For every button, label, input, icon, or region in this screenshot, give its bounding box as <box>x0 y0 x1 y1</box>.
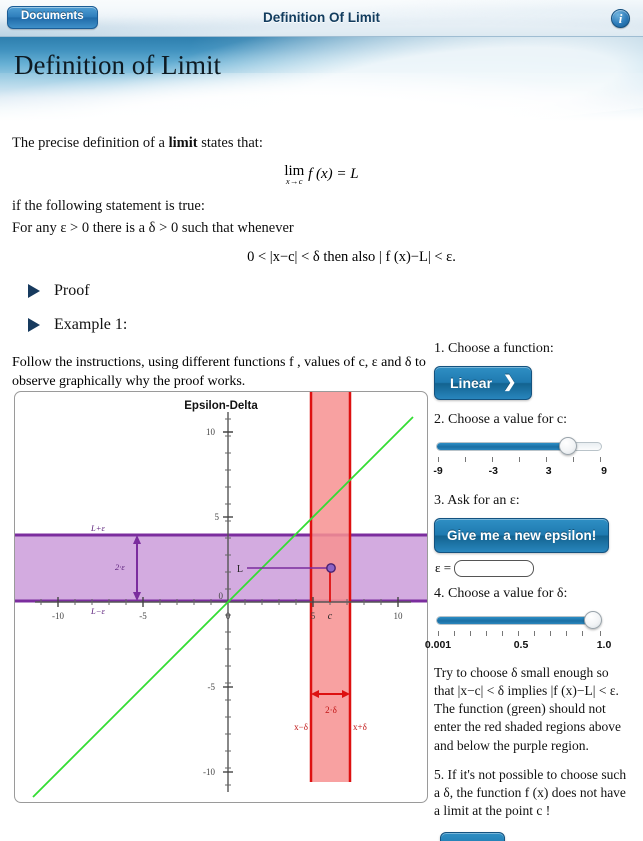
step4-label: 4. Choose a value for δ: <box>434 585 568 601</box>
y-tick-label: 10 <box>206 427 216 437</box>
epsilon-delta-plot[interactable]: Epsilon-Delta -10 -5 0 5 10 10 5 0 -5 -1… <box>14 391 428 804</box>
top-navigation-bar: Documents Definition Of Limit i <box>0 0 643 37</box>
step2-label: 2. Choose a value for c: <box>434 411 567 427</box>
slider-tick-label: -3 <box>488 464 498 477</box>
inequality-equation: 0 < |x−c| < δ then also | f (x)−L| < ε. <box>247 248 456 265</box>
two-epsilon-label: 2·ε <box>115 562 125 572</box>
intro-suffix: states that: <box>197 135 263 151</box>
slider-tick-label: -9 <box>433 464 443 477</box>
x-tick-label: -10 <box>52 611 64 621</box>
c-axis-label: c <box>328 611 333 622</box>
lower-band-label: L−ε <box>90 606 105 616</box>
epsilon-field-row: ε = <box>435 559 631 577</box>
new-epsilon-button[interactable]: Give me a new epsilon! <box>434 517 610 553</box>
two-delta-label: 2·δ <box>325 705 337 715</box>
delta-slider-tick-labels: 0.001 0.5 1.0 <box>425 638 611 653</box>
intersection-point <box>326 563 336 574</box>
y-tick-label: -5 <box>208 682 216 692</box>
limit-subscript: x→c <box>285 175 303 186</box>
function-select-button[interactable]: Linear ❯ <box>434 365 533 400</box>
disclosure-example[interactable]: Example 1: <box>12 316 631 334</box>
limit-equation: lim x→c f (x) = L <box>12 163 631 186</box>
y-tick-label: -10 <box>203 767 215 777</box>
disclosure-proof-label: Proof <box>54 281 90 299</box>
delta-slider-knob[interactable] <box>584 610 602 629</box>
app-title: Definition Of Limit <box>263 10 380 25</box>
intro-bold-limit: limit <box>168 135 198 151</box>
controls-column: 1. Choose a function: Linear ❯ 2. Choose… <box>425 340 631 841</box>
triangle-right-icon[interactable] <box>28 317 40 332</box>
step3-label: 3. Ask for an ε: <box>434 492 520 508</box>
step5-text: 5. If it's not possible to choose such a… <box>434 766 627 819</box>
slider-tick-label: 9 <box>601 464 607 477</box>
delta-slider-ticks <box>436 630 602 639</box>
x-plus-delta-label: x+δ <box>353 722 367 732</box>
c-slider-tick-labels: -9 -3 3 9 <box>433 464 607 479</box>
tip-text: Try to choose δ small enough so that |x−… <box>434 664 622 753</box>
x-tick-label: -5 <box>139 611 147 621</box>
document-content: The precise definition of a limit states… <box>0 134 643 841</box>
slider-tick-label: 0.001 <box>424 638 452 651</box>
limit-operator: lim x→c <box>284 163 304 186</box>
triangle-right-icon[interactable] <box>28 283 40 298</box>
new-epsilon-label: Give me a new epsilon! <box>447 527 597 543</box>
slider-tick-label: 0.5 <box>513 638 529 651</box>
c-slider-ticks <box>436 456 602 465</box>
reset-button[interactable]: Reset <box>440 832 506 841</box>
plot-canvas: -10 -5 0 5 10 10 5 0 -5 -10 L L+ε L−ε 2·… <box>15 392 427 799</box>
slider-tick-label: 1.0 <box>596 638 612 651</box>
instructions-text: Follow the instructions, using different… <box>12 354 426 389</box>
c-slider-knob[interactable] <box>559 436 578 455</box>
limit-body: f (x) = L <box>308 165 359 182</box>
reset-button-holder: Reset <box>440 832 631 841</box>
y-tick-label: 0 <box>219 591 224 601</box>
forall-line: For any ε > 0 there is a δ > 0 such that… <box>12 220 294 237</box>
delta-slider-fill <box>437 616 593 624</box>
function-curve <box>32 416 414 799</box>
epsilon-field-label: ε = <box>435 560 452 576</box>
L-label: L <box>237 564 243 575</box>
x-tick-label: 10 <box>394 611 404 621</box>
condition-line: if the following statement is true: <box>12 197 205 214</box>
c-slider-fill <box>437 442 569 450</box>
plot-column: Follow the instructions, using different… <box>12 340 428 841</box>
x-tick-label: 5 <box>311 611 316 621</box>
chevron-right-icon: ❯ <box>503 373 517 391</box>
intro-paragraph: The precise definition of a limit states… <box>12 134 631 154</box>
delta-slider[interactable] <box>436 610 602 629</box>
intro-prefix: The precise definition of a <box>12 135 169 151</box>
x-tick-label: 0 <box>226 611 231 621</box>
function-select-label: Linear <box>450 374 493 391</box>
c-slider[interactable] <box>436 436 602 455</box>
x-minus-delta-label: x−δ <box>294 722 308 732</box>
page-title: Definition of Limit <box>14 50 221 80</box>
epsilon-input[interactable] <box>454 559 535 577</box>
interactive-section: Follow the instructions, using different… <box>12 340 631 841</box>
slider-tick-label: 3 <box>545 464 552 477</box>
disclosure-example-label: Example 1: <box>54 315 128 333</box>
upper-band-label: L+ε <box>90 523 105 533</box>
info-icon[interactable]: i <box>611 9 630 28</box>
page-banner: Definition of Limit <box>0 37 643 121</box>
step1-label: 1. Choose a function: <box>434 340 554 356</box>
y-tick-label: 5 <box>215 512 220 522</box>
disclosure-proof[interactable]: Proof <box>12 282 631 300</box>
